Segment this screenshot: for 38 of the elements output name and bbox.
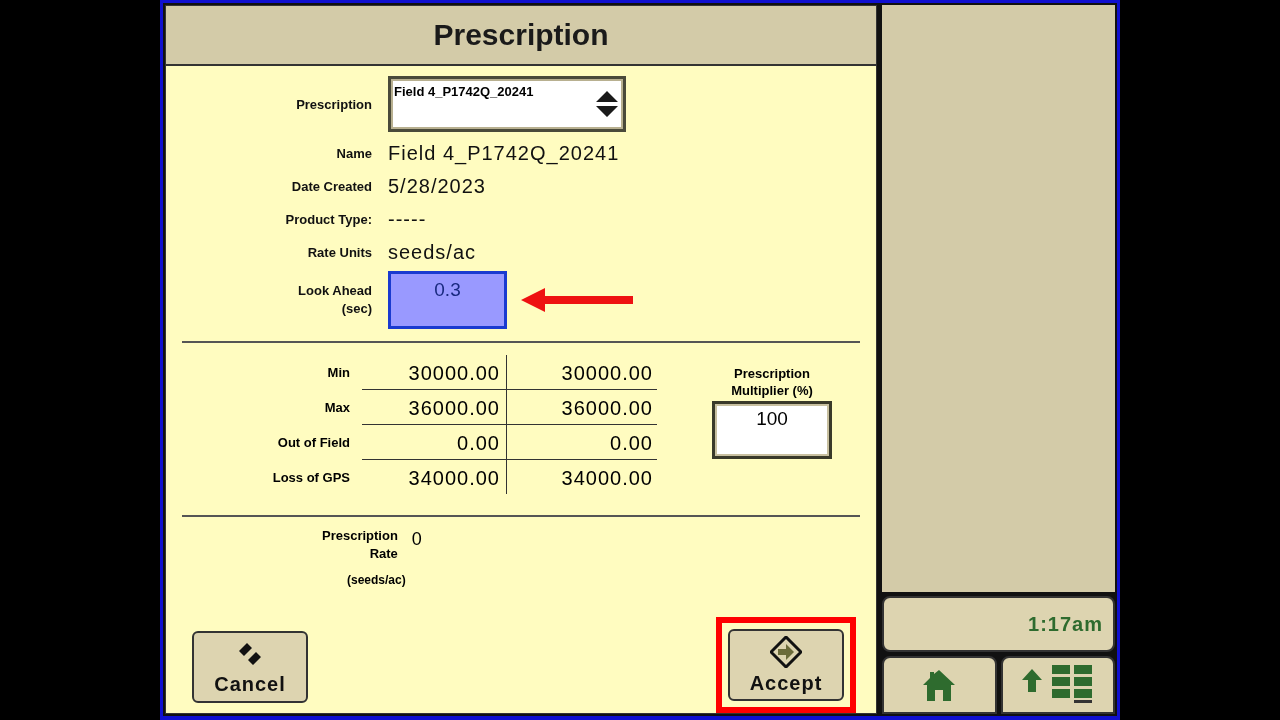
rate-value: 30000.00 <box>362 355 507 390</box>
rate-label: Out of Field <box>276 434 351 452</box>
rate-value: 0 <box>411 528 422 550</box>
rate-label: Prescription Rate <box>322 527 398 563</box>
field-value: Field 4_P1742Q_20241 <box>388 142 620 165</box>
home-button[interactable] <box>882 656 997 714</box>
rate-label: Loss of GPS <box>271 469 351 487</box>
rate-units: (seeds/ac) <box>347 573 406 587</box>
prescription-dropdown[interactable]: Field 4_P1742Q_20241 <box>388 76 626 132</box>
look-ahead-input[interactable]: 0.3 <box>388 271 507 329</box>
field-label: Product Type: <box>284 212 372 227</box>
field-label: Date Created <box>290 179 372 194</box>
rate-value: 34000.00 <box>560 466 654 491</box>
page-title: Prescription <box>433 18 609 52</box>
field-value: seeds/ac <box>388 241 477 264</box>
menu-button[interactable] <box>1000 656 1115 714</box>
field-label: Look Ahead (sec) <box>297 282 372 318</box>
clock-time: 1:17am <box>1028 612 1103 636</box>
rate-value: 36000.00 <box>362 390 507 425</box>
cancel-button[interactable]: Cancel <box>192 631 308 703</box>
field-value: 5/28/2023 <box>388 175 486 198</box>
rate-value: 0.00 <box>362 425 507 460</box>
field-label: Prescription <box>295 96 372 112</box>
multiplier-label: Prescription Multiplier (%) <box>731 365 813 399</box>
field-label: Name <box>335 146 372 161</box>
rate-value: 0.00 <box>507 425 657 460</box>
up-down-arrows-icon <box>595 90 619 118</box>
rate-value: 36000.00 <box>507 390 657 425</box>
rate-label: Min <box>326 364 351 382</box>
enter-arrow-icon <box>770 635 802 668</box>
multiplier-input[interactable]: 100 <box>712 401 832 459</box>
accept-button[interactable]: Accept <box>728 629 844 701</box>
field-value: ----- <box>388 208 427 231</box>
rate-label: Max <box>323 399 351 417</box>
up-arrow-grid-icon <box>1021 665 1094 705</box>
rate-value: 34000.00 <box>362 460 507 494</box>
rate-value: 30000.00 <box>507 355 657 390</box>
field-label: Rate Units <box>306 245 372 260</box>
